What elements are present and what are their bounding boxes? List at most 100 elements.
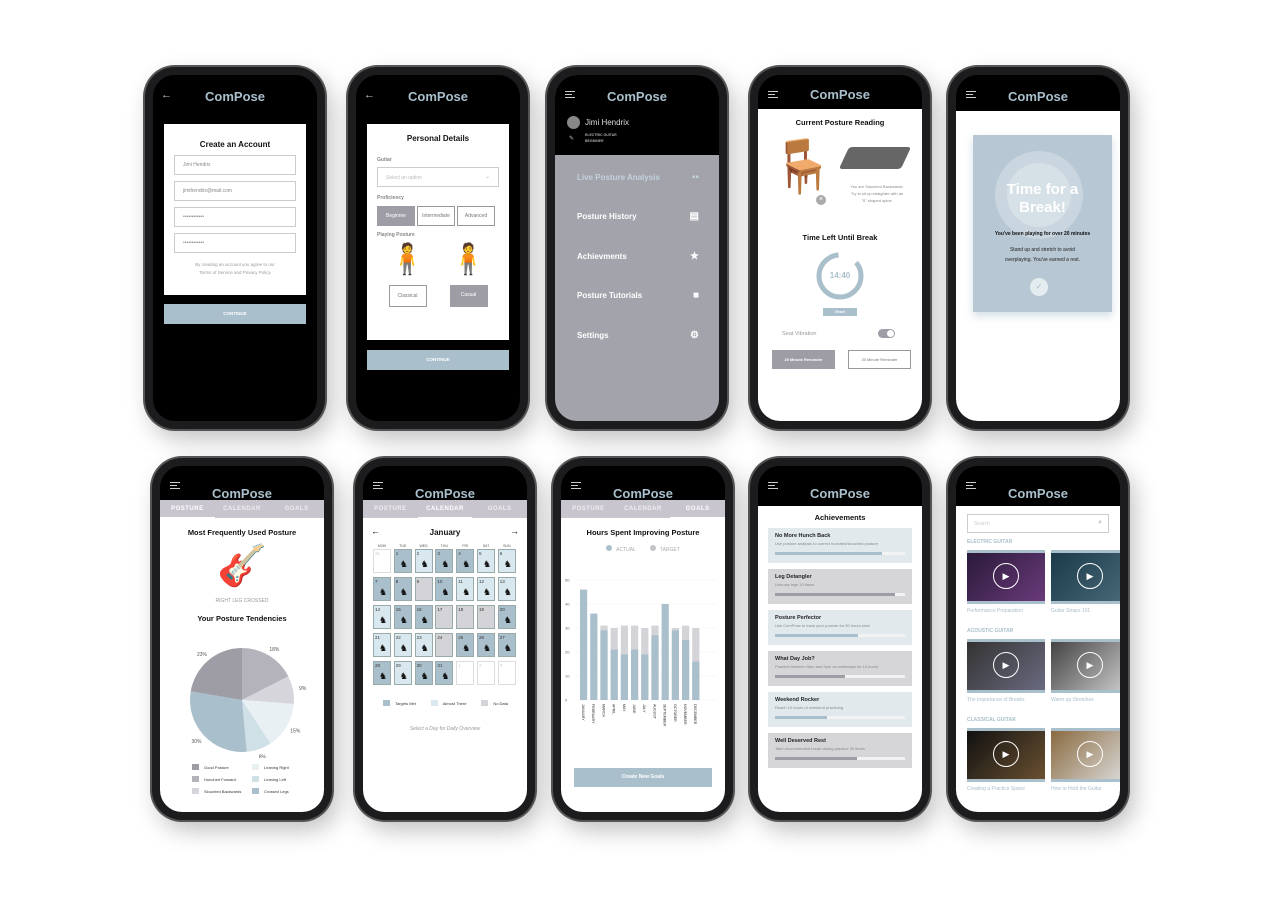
reminder-20-button[interactable]: 20 Minute Reminder <box>772 350 835 369</box>
video-card[interactable]: ▶ Warm up Stretches <box>1051 639 1120 711</box>
video-card[interactable]: ▶ The Importance of Breaks <box>967 639 1045 711</box>
calendar-day[interactable]: 5 ♞ <box>477 549 495 573</box>
continue-button[interactable]: CONTINUE <box>367 350 509 370</box>
calendar-day[interactable]: 1 <box>456 661 475 685</box>
menu-label: Posture Tutorials <box>577 291 643 300</box>
calendar-day[interactable]: 28 ♞ <box>373 661 391 685</box>
menu-item-settings[interactable]: Settings ⚙ <box>577 330 699 341</box>
confirm-password-field[interactable]: •••••••••••• <box>174 233 296 253</box>
weekday-label: SAT <box>482 544 490 548</box>
calendar-day[interactable]: 15 ♞ <box>393 605 412 629</box>
video-card[interactable]: ▶ Creating a Practice Space <box>967 728 1045 800</box>
video-thumbnail[interactable]: ▶ <box>967 639 1045 693</box>
tab-goals[interactable]: GOALS <box>472 500 527 518</box>
check-button[interactable]: ✓ <box>1030 278 1048 296</box>
create-goals-button[interactable]: Create New Goals <box>574 768 712 787</box>
video-thumbnail[interactable]: ▶ <box>1051 639 1120 693</box>
achievement-card[interactable]: Well Deserved Rest Take recommended break… <box>768 733 912 768</box>
calendar-day[interactable]: 20 ♞ <box>497 605 516 629</box>
calendar-day[interactable]: 25 ♞ <box>456 633 475 657</box>
reminder-30-button[interactable]: 30 Minute Reminder <box>848 350 911 369</box>
next-month-arrow[interactable]: → <box>510 526 519 536</box>
posture-classical[interactable]: Classical <box>388 285 427 307</box>
level-beginner[interactable]: Beginner <box>377 206 415 226</box>
prev-month-arrow[interactable]: ← <box>371 526 380 536</box>
guitar-select[interactable]: Select an option ⌄ <box>377 167 499 187</box>
calendar-day[interactable]: 14 ♞ <box>373 605 391 629</box>
video-thumbnail[interactable]: ▶ <box>967 728 1045 782</box>
level-intermediate[interactable]: Intermediate <box>417 206 455 226</box>
calendar-day[interactable]: 18 <box>456 605 475 629</box>
calendar-day[interactable]: 3 <box>497 661 516 685</box>
progress-fill <box>775 634 859 637</box>
video-thumbnail[interactable]: ▶ <box>1051 550 1120 604</box>
edit-pencil-icon[interactable]: ✎ <box>569 135 574 142</box>
menu-item-achievements[interactable]: Achievments ★ <box>577 251 699 262</box>
calendar-day[interactable]: 1 ♞ <box>393 549 412 573</box>
calendar-day[interactable]: 2 <box>477 661 495 685</box>
play-icon[interactable]: ▶ <box>1077 652 1103 678</box>
calendar-day[interactable]: 27 ♞ <box>497 633 516 657</box>
tab-goals[interactable]: GOALS <box>670 500 725 518</box>
video-card[interactable]: ▶ How to Hold the Guitar <box>1051 728 1120 800</box>
calendar-day[interactable]: 24 <box>435 633 454 657</box>
play-icon[interactable]: ▶ <box>1077 741 1103 767</box>
reset-button[interactable]: Reset <box>823 308 857 316</box>
terms-link[interactable]: Terms of Service and Privacy Policy <box>164 269 306 277</box>
search-input[interactable]: Search ⌕ <box>967 514 1109 533</box>
email-field[interactable]: jimihendrix@mail.com <box>174 181 296 201</box>
calendar-day[interactable]: 19 <box>477 605 495 629</box>
calendar-day[interactable]: 11 ♞ <box>456 577 475 601</box>
achievement-card[interactable]: Posture Perfector Use ComPose to track yo… <box>768 610 912 645</box>
achievement-card[interactable]: What Day Job? Practice between 9am and 5p… <box>768 651 912 686</box>
calendar-day[interactable]: 26 ♞ <box>477 633 495 657</box>
calendar-day[interactable]: 31 ♞ <box>435 661 454 685</box>
play-icon[interactable]: ▶ <box>993 741 1019 767</box>
level-advanced[interactable]: Advanced <box>457 206 495 226</box>
calendar-day[interactable]: 3 ♞ <box>435 549 454 573</box>
calendar-day[interactable]: 21 ♞ <box>373 633 391 657</box>
posture-casual[interactable]: Casual <box>449 285 488 307</box>
achievement-card[interactable]: Weekend Rocker Reach 10 hours of weekend … <box>768 692 912 727</box>
tab-calendar[interactable]: CALENDAR <box>616 500 671 518</box>
calendar-day[interactable]: 9 <box>414 577 433 601</box>
tab-posture[interactable]: POSTURE <box>561 500 616 518</box>
name-field[interactable]: Jimi Hendrix <box>174 155 296 175</box>
calendar-day[interactable]: 16 ♞ <box>414 605 433 629</box>
video-thumbnail[interactable]: ▶ <box>1051 728 1120 782</box>
video-card[interactable]: ▶ Performance Preparation <box>967 550 1045 622</box>
play-icon[interactable]: ▶ <box>993 652 1019 678</box>
calendar-day[interactable]: 2 ♞ <box>414 549 433 573</box>
tab-goals[interactable]: GOALS <box>269 500 324 518</box>
tab-calendar[interactable]: CALENDAR <box>215 500 270 518</box>
tab-posture[interactable]: POSTURE <box>160 500 215 518</box>
tab-posture[interactable]: POSTURE <box>363 500 418 518</box>
calendar-day[interactable]: 12 ♞ <box>477 577 495 601</box>
calendar-day[interactable]: 6 ♞ <box>497 549 516 573</box>
calendar-day[interactable]: 13 ♞ <box>497 577 516 601</box>
video-card[interactable]: ▶ Guitar Straps 101 <box>1051 550 1120 622</box>
video-thumbnail[interactable]: ▶ <box>967 550 1045 604</box>
calendar-day[interactable]: 22 ♞ <box>393 633 412 657</box>
actual-bar <box>610 649 618 700</box>
calendar-day[interactable]: 4 ♞ <box>456 549 475 573</box>
achievement-card[interactable]: No More Hunch Back Use posture analysis t… <box>768 528 912 563</box>
calendar-day[interactable]: 7 ♞ <box>373 577 391 601</box>
continue-button[interactable]: CONTINUE <box>164 304 306 324</box>
menu-item-posture-history[interactable]: Posture History ▤ <box>577 211 699 222</box>
calendar-day[interactable]: 29 ♞ <box>393 661 412 685</box>
calendar-day[interactable]: 17 <box>435 605 454 629</box>
menu-item-live-posture[interactable]: Live Posture Analysis ▪▪ <box>577 172 699 183</box>
vibration-toggle[interactable] <box>878 329 895 338</box>
calendar-day[interactable]: 31 <box>373 549 391 573</box>
calendar-day[interactable]: 10 ♞ <box>435 577 454 601</box>
calendar-day[interactable]: 8 ♞ <box>393 577 412 601</box>
play-icon[interactable]: ▶ <box>993 563 1019 589</box>
achievement-card[interactable]: Leg Detangler Uncross legs 10 times <box>768 569 912 604</box>
password-field[interactable]: •••••••••••• <box>174 207 296 227</box>
tab-calendar[interactable]: CALENDAR <box>417 500 473 518</box>
play-icon[interactable]: ▶ <box>1077 563 1103 589</box>
menu-item-posture-tutorials[interactable]: Posture Tutorials ■ <box>577 290 699 301</box>
calendar-day[interactable]: 30 ♞ <box>414 661 433 685</box>
calendar-day[interactable]: 23 ♞ <box>414 633 433 657</box>
